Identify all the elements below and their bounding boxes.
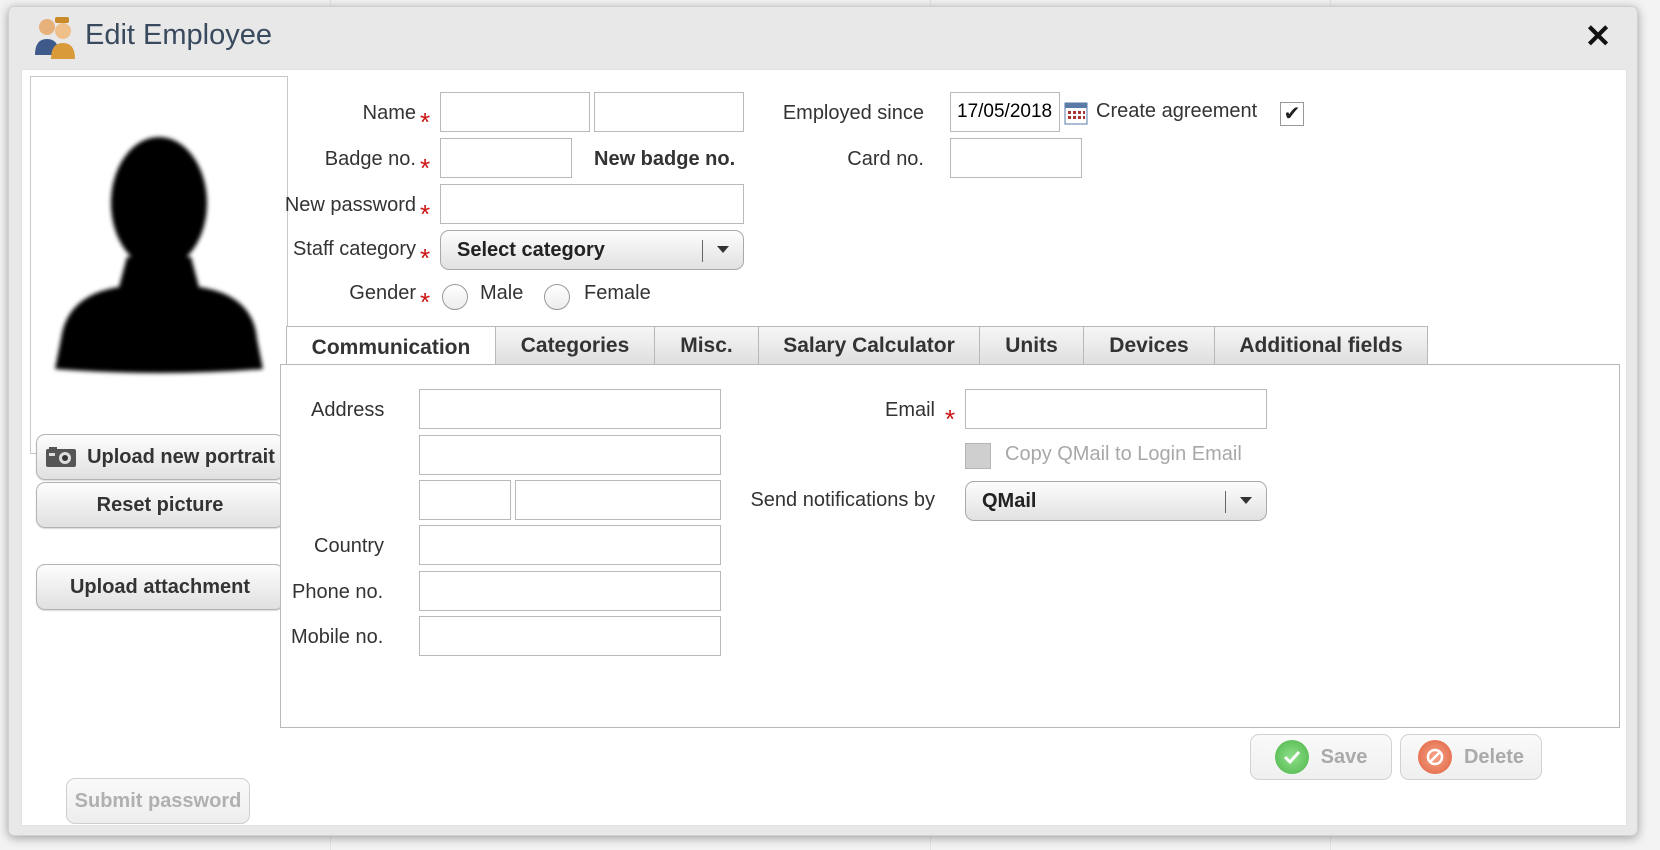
address-label: Address — [311, 399, 385, 421]
tab-additional-fields[interactable]: Additional fields — [1215, 326, 1428, 365]
dialog-title: Edit Employee — [85, 19, 272, 51]
address-line2-input[interactable] — [419, 435, 721, 475]
required-marker: * — [420, 107, 431, 137]
city-input[interactable] — [515, 480, 721, 520]
chevron-down-icon — [1240, 497, 1252, 504]
checkmark-icon — [1274, 740, 1309, 774]
close-icon[interactable]: ✕ — [1583, 20, 1613, 52]
postal-code-input[interactable] — [419, 480, 511, 520]
phone-input[interactable] — [419, 571, 721, 611]
badge-label: Badge no. — [324, 148, 416, 170]
select-divider — [702, 240, 703, 262]
badge-input[interactable] — [440, 138, 572, 178]
tab-misc[interactable]: Misc. — [655, 326, 759, 365]
tab-devices[interactable]: Devices — [1084, 326, 1215, 365]
delete-icon — [1417, 740, 1452, 774]
tab-bar: Communication Categories Misc. Salary Ca… — [286, 326, 1428, 368]
upload-portrait-button[interactable]: Upload new portrait — [36, 434, 284, 480]
country-label: Country — [314, 535, 385, 557]
employed-since-input[interactable] — [950, 92, 1060, 132]
required-marker: * — [945, 404, 956, 434]
notifications-select[interactable]: QMail — [965, 481, 1267, 521]
communication-panel: Address Country Phone no. Mobile no. Ema… — [280, 364, 1620, 728]
tab-communication[interactable]: Communication — [286, 326, 496, 368]
copy-qmail-label: Copy QMail to Login Email — [1005, 443, 1242, 465]
notifications-label: Send notifications by — [750, 489, 935, 511]
upload-portrait-label: Upload new portrait — [87, 445, 275, 468]
select-divider — [1225, 491, 1226, 513]
gender-label: Gender — [349, 282, 416, 304]
mobile-input[interactable] — [419, 616, 721, 656]
upload-attachment-button[interactable]: Upload attachment — [36, 564, 284, 610]
save-label: Save — [1320, 745, 1368, 768]
last-name-input[interactable] — [594, 92, 744, 132]
gender-male-label: Male — [480, 282, 524, 304]
required-marker: * — [420, 153, 431, 183]
tab-salary-calculator[interactable]: Salary Calculator — [759, 326, 980, 365]
reset-picture-button[interactable]: Reset picture — [36, 482, 284, 528]
create-agreement-checkbox[interactable]: ✔ — [1280, 102, 1304, 126]
staff-category-select[interactable]: Select category — [440, 230, 744, 270]
camera-icon — [46, 447, 77, 467]
copy-qmail-checkbox[interactable] — [965, 443, 991, 469]
card-input[interactable] — [950, 138, 1082, 178]
portrait-silhouette — [55, 137, 263, 373]
first-name-input[interactable] — [440, 92, 590, 132]
save-button[interactable]: Save — [1250, 734, 1392, 780]
mobile-label: Mobile no. — [291, 626, 384, 648]
title-bar: Edit Employee ✕ — [9, 7, 1637, 69]
delete-button[interactable]: Delete — [1400, 734, 1542, 780]
chevron-down-icon — [717, 246, 729, 253]
staff-category-label: Staff category — [292, 238, 416, 260]
employees-icon — [35, 17, 75, 59]
calendar-icon[interactable] — [1064, 101, 1088, 125]
gender-male-radio[interactable] — [442, 284, 468, 310]
gender-female-radio[interactable] — [544, 284, 570, 310]
delete-label: Delete — [1463, 745, 1525, 768]
required-marker: * — [420, 243, 431, 273]
submit-password-button[interactable]: Submit password — [66, 778, 250, 824]
edit-employee-dialog: Edit Employee ✕ Upload new portrait Rese… — [8, 6, 1638, 836]
new-badge-link[interactable]: New badge no. — [594, 148, 735, 171]
staff-category-value: Select category — [457, 238, 605, 261]
password-input[interactable] — [440, 184, 744, 224]
required-marker: * — [420, 199, 431, 229]
tab-categories[interactable]: Categories — [496, 326, 655, 365]
email-label: Email — [884, 399, 935, 421]
password-label: New password — [284, 194, 416, 216]
email-input[interactable] — [965, 389, 1267, 429]
name-label: Name — [362, 102, 416, 124]
portrait-frame — [30, 76, 288, 454]
employed-since-label: Employed since — [782, 102, 924, 124]
country-input[interactable] — [419, 525, 721, 565]
gender-female-label: Female — [584, 282, 651, 304]
dialog-content: Upload new portrait Reset picture Upload… — [21, 69, 1627, 826]
card-label: Card no. — [847, 148, 924, 170]
required-marker: * — [420, 287, 431, 317]
phone-label: Phone no. — [292, 581, 384, 603]
notifications-value: QMail — [982, 489, 1037, 512]
address-line1-input[interactable] — [419, 389, 721, 429]
tab-units[interactable]: Units — [980, 326, 1084, 365]
create-agreement-label: Create agreement — [1096, 100, 1258, 122]
